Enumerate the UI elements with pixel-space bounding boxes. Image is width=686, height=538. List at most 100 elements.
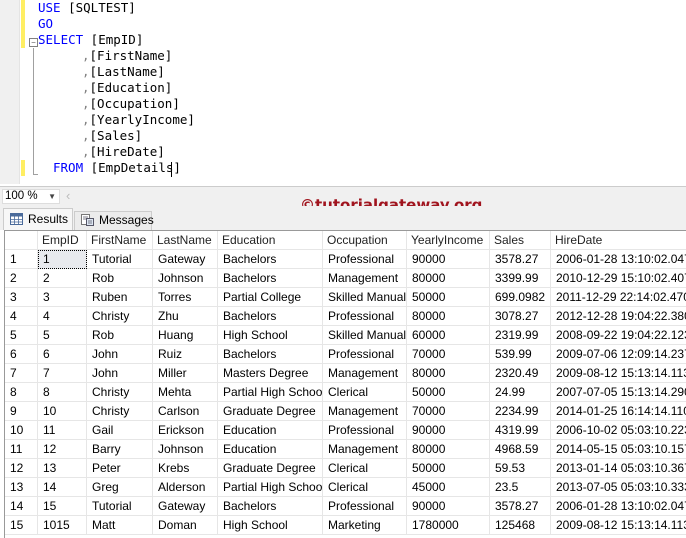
results-grid[interactable]: EmpID FirstName LastName Education Occupatio…	[4, 230, 686, 538]
query-editor[interactable]: − USE [SQLTEST] GO SELECT [EmpID] ,[FirstNa…	[0, 0, 686, 184]
row-number[interactable]: 8	[5, 383, 38, 402]
grid-cell[interactable]: 1780000	[407, 516, 490, 535]
zoom-select[interactable]: 100 % ▼	[2, 189, 60, 204]
row-number[interactable]: 6	[5, 345, 38, 364]
grid-cell[interactable]: Partial High School	[218, 383, 323, 402]
grid-cell[interactable]: 3399.99	[490, 269, 551, 288]
grid-cell[interactable]: Barry	[87, 440, 153, 459]
grid-cell[interactable]: 2006-10-02 05:03:10.223	[551, 421, 686, 440]
grid-cell[interactable]: Matt	[87, 516, 153, 535]
grid-cell[interactable]: Management	[323, 364, 407, 383]
grid-cell[interactable]: Professional	[323, 307, 407, 326]
grid-cell[interactable]: 1	[38, 250, 87, 269]
grid-cell[interactable]: Carlson	[153, 402, 218, 421]
grid-cell[interactable]: 12	[38, 440, 87, 459]
grid-cell[interactable]: 125468	[490, 516, 551, 535]
grid-cell[interactable]: 23.5	[490, 478, 551, 497]
table-row[interactable]: 13 14 Greg Alderson Partial High School Cleri…	[5, 478, 686, 497]
grid-cell[interactable]: Partial High School	[218, 478, 323, 497]
grid-cell[interactable]: 3578.27	[490, 250, 551, 269]
grid-cell[interactable]: Bachelors	[218, 345, 323, 364]
table-row[interactable]: 11 12 Barry Johnson Education Management 80000…	[5, 440, 686, 459]
grid-cell[interactable]: 2234.99	[490, 402, 551, 421]
grid-cell[interactable]: 59.53	[490, 459, 551, 478]
grid-cell[interactable]: Management	[323, 402, 407, 421]
row-number[interactable]: 10	[5, 421, 38, 440]
grid-cell[interactable]: Rob	[87, 269, 153, 288]
grid-cell[interactable]: Bachelors	[218, 307, 323, 326]
grid-cell[interactable]: 2008-09-22 19:04:22.123	[551, 326, 686, 345]
grid-cell[interactable]: Tutorial	[87, 250, 153, 269]
grid-cell[interactable]: 2010-12-29 15:10:02.407	[551, 269, 686, 288]
column-header[interactable]: Occupation	[323, 231, 407, 250]
grid-cell[interactable]: Management	[323, 440, 407, 459]
row-number[interactable]: 11	[5, 440, 38, 459]
grid-cell[interactable]: Huang	[153, 326, 218, 345]
grid-cell[interactable]: High School	[218, 326, 323, 345]
grid-cell[interactable]: 8	[38, 383, 87, 402]
grid-cell[interactable]: Ruben	[87, 288, 153, 307]
grid-cell[interactable]: 24.99	[490, 383, 551, 402]
grid-cell[interactable]: Ruiz	[153, 345, 218, 364]
table-row[interactable]: 5 5 Rob Huang High School Skilled Manual 60000…	[5, 326, 686, 345]
grid-cell[interactable]: 90000	[407, 250, 490, 269]
row-number[interactable]: 7	[5, 364, 38, 383]
grid-cell[interactable]: Education	[218, 440, 323, 459]
grid-cell[interactable]: 2014-05-15 05:03:10.157	[551, 440, 686, 459]
grid-cell[interactable]: 50000	[407, 383, 490, 402]
grid-cell[interactable]: 4968.59	[490, 440, 551, 459]
grid-cell[interactable]: John	[87, 345, 153, 364]
table-row[interactable]: 9 10 Christy Carlson Graduate Degree Manageme…	[5, 402, 686, 421]
grid-cell[interactable]: 2013-01-14 05:03:10.367	[551, 459, 686, 478]
grid-cell[interactable]: 2014-01-25 16:14:14.110	[551, 402, 686, 421]
grid-cell[interactable]: Clerical	[323, 383, 407, 402]
grid-cell[interactable]: 10	[38, 402, 87, 421]
grid-cell[interactable]: Partial College	[218, 288, 323, 307]
grid-cell[interactable]: 2007-07-05 15:13:14.290	[551, 383, 686, 402]
grid-cell[interactable]: 14	[38, 478, 87, 497]
grid-cell[interactable]: Peter	[87, 459, 153, 478]
grid-cell[interactable]: Bachelors	[218, 250, 323, 269]
grid-cell[interactable]: 1015	[38, 516, 87, 535]
grid-cell[interactable]: Gail	[87, 421, 153, 440]
grid-cell[interactable]: Masters Degree	[218, 364, 323, 383]
row-number[interactable]: 1	[5, 250, 38, 269]
grid-cell[interactable]: 3578.27	[490, 497, 551, 516]
grid-cell[interactable]: 80000	[407, 440, 490, 459]
grid-cell[interactable]: Doman	[153, 516, 218, 535]
grid-cell[interactable]: 2012-12-28 19:04:22.380	[551, 307, 686, 326]
grid-cell[interactable]: 50000	[407, 459, 490, 478]
grid-cell[interactable]: Clerical	[323, 459, 407, 478]
grid-cell[interactable]: Johnson	[153, 269, 218, 288]
row-number[interactable]: 2	[5, 269, 38, 288]
grid-cell[interactable]: 5	[38, 326, 87, 345]
column-header[interactable]: FirstName	[87, 231, 153, 250]
grid-cell[interactable]: Skilled Manual	[323, 326, 407, 345]
table-row[interactable]: 4 4 Christy Zhu Bachelors Professional 80000 30…	[5, 307, 686, 326]
grid-cell[interactable]: Erickson	[153, 421, 218, 440]
grid-cell[interactable]: 4	[38, 307, 87, 326]
table-row[interactable]: 2 2 Rob Johnson Bachelors Management 80000 3399…	[5, 269, 686, 288]
grid-cell[interactable]: 6	[38, 345, 87, 364]
grid-cell[interactable]: 45000	[407, 478, 490, 497]
grid-cell[interactable]: 80000	[407, 364, 490, 383]
grid-cell[interactable]: 2006-01-28 13:10:02.047	[551, 250, 686, 269]
grid-cell[interactable]: 2013-07-05 05:03:10.333	[551, 478, 686, 497]
column-header[interactable]	[5, 231, 38, 250]
grid-cell[interactable]: Bachelors	[218, 497, 323, 516]
grid-cell[interactable]: Greg	[87, 478, 153, 497]
grid-cell[interactable]: Graduate Degree	[218, 459, 323, 478]
grid-cell[interactable]: Professional	[323, 250, 407, 269]
row-number[interactable]: 3	[5, 288, 38, 307]
row-number[interactable]: 14	[5, 497, 38, 516]
grid-cell[interactable]: Rob	[87, 326, 153, 345]
grid-cell[interactable]: 7	[38, 364, 87, 383]
tab-messages[interactable]: Messages	[74, 211, 154, 230]
grid-cell[interactable]: Bachelors	[218, 269, 323, 288]
grid-cell[interactable]: Christy	[87, 383, 153, 402]
grid-cell[interactable]: 2	[38, 269, 87, 288]
grid-cell[interactable]: Johnson	[153, 440, 218, 459]
grid-cell[interactable]: Christy	[87, 307, 153, 326]
table-row[interactable]: 3 3 Ruben Torres Partial College Skilled Manu…	[5, 288, 686, 307]
column-header[interactable]: HireDate	[551, 231, 686, 250]
